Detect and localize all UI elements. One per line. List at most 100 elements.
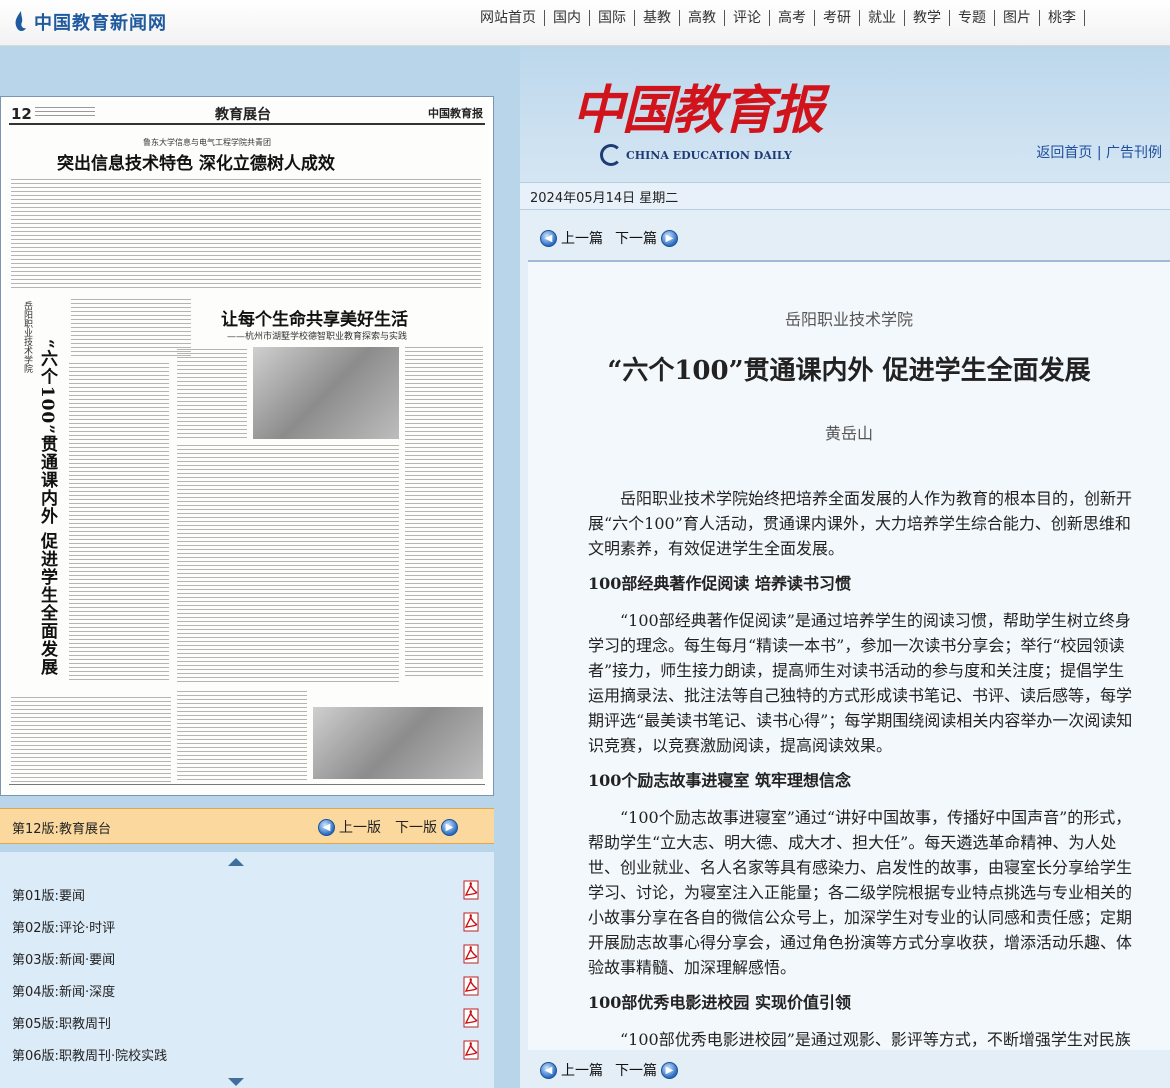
article-paragraph: 岳阳职业技术学院始终把培养全面发展的人作为教育的根本目的，创新开展“六个100”…	[588, 489, 1133, 558]
scroll-down-arrow-icon[interactable]	[228, 1078, 244, 1086]
story2-subheadline: ——杭州市湖墅学校德智职业教育探索与实践	[227, 332, 408, 342]
prev-edition-link[interactable]: 上一版	[339, 817, 381, 837]
masthead-english-text: CHINA EDUCATION DAILY	[626, 148, 792, 162]
edition-item[interactable]: 第05版:职教周刊	[0, 1004, 494, 1036]
story2-text-a	[177, 349, 247, 439]
masthead-title: 中国教育报	[572, 80, 824, 141]
pdf-icon[interactable]	[462, 880, 482, 900]
prev-article-icon[interactable]: ◀	[540, 1061, 557, 1079]
story2-headline[interactable]: 让每个生命共享美好生活	[221, 305, 408, 330]
story3-headline-vertical[interactable]: “六个100”贯通课内外 促进学生全面发展	[35, 339, 60, 676]
flame-logo-icon	[15, 11, 26, 31]
next-article-icon[interactable]: ▶	[661, 1061, 678, 1079]
article-author: 黄岳山	[824, 424, 873, 443]
pdf-icon[interactable]	[462, 944, 482, 964]
page-header-rule	[9, 123, 485, 125]
nav-higher-edu[interactable]: 高教	[680, 10, 725, 26]
edition-item[interactable]: 第03版:新闻·要闻	[0, 940, 494, 972]
edition-item-label[interactable]: 第03版:新闻·要闻	[12, 949, 115, 968]
issue-date: 2024年05月14日 星期二	[530, 191, 679, 206]
edition-item-label[interactable]: 第04版:新闻·深度	[12, 981, 115, 1000]
story2-text-b	[405, 347, 483, 677]
top-nav: 网站首页 国内 国际 基教 高教 评论 高考 考研 就业 教学 专题 图片 桃李	[472, 10, 1085, 26]
top-bar: 中国教育新闻网 网站首页 国内 国际 基教 高教 评论 高考 考研 就业 教学 …	[0, 0, 1170, 46]
nav-comment[interactable]: 评论	[725, 10, 770, 26]
edition-name: 新闻·要闻	[58, 953, 116, 968]
page-masthead-small: 中国教育报	[428, 107, 483, 120]
nav-home[interactable]: 网站首页	[472, 10, 545, 26]
edition-list: 第01版:要闻 第02版:评论·时评 第03版:新闻·要闻 第04版:新闻·深度…	[0, 852, 494, 1088]
story2-text-d	[177, 691, 307, 783]
article-pager-top: ◀ 上一篇 下一篇 ▶	[540, 228, 678, 248]
prev-article-link[interactable]: 上一篇	[561, 1060, 603, 1080]
story1-headline[interactable]: 突出信息技术特色 深化立德树人成效	[57, 149, 335, 174]
page-meta-lines	[35, 107, 95, 117]
page-number: 12	[11, 105, 32, 123]
article-school: 岳阳职业技术学院	[784, 310, 913, 329]
pdf-icon[interactable]	[462, 912, 482, 932]
cedu-logo-icon	[600, 144, 622, 166]
next-article-icon[interactable]: ▶	[661, 229, 678, 247]
pdf-icon[interactable]	[462, 1008, 482, 1028]
newspaper-page-preview[interactable]: 12 教育展台 中国教育报 鲁东大学信息与电气工程学院共青团 突出信息技术特色 …	[0, 96, 494, 796]
prev-edition-icon[interactable]: ◀	[318, 818, 335, 836]
edition-name: 新闻·深度	[58, 985, 116, 1000]
story3-text-end	[11, 697, 171, 783]
nav-gaokao[interactable]: 高考	[770, 10, 815, 26]
edition-item-label[interactable]: 第05版:职教周刊	[12, 1013, 111, 1032]
edition-item-label[interactable]: 第06版:职教周刊·院校实践	[12, 1045, 167, 1064]
nav-international[interactable]: 国际	[590, 10, 635, 26]
nav-taoli[interactable]: 桃李	[1040, 10, 1085, 26]
edition-number: 第04版:	[12, 985, 59, 1000]
prev-article-link[interactable]: 上一篇	[561, 228, 603, 248]
current-edition: 第12版:教育展台	[12, 818, 111, 837]
nav-kaoyan[interactable]: 考研	[815, 10, 860, 26]
edition-item[interactable]: 第02版:评论·时评	[0, 908, 494, 940]
next-article-link[interactable]: 下一篇	[615, 228, 657, 248]
story2-text-c	[177, 445, 399, 685]
pdf-icon[interactable]	[462, 1040, 482, 1060]
scroll-up-arrow-icon[interactable]	[228, 858, 244, 866]
current-edition-label: 第12版:	[12, 822, 59, 837]
prev-article-icon[interactable]: ◀	[540, 229, 557, 247]
home-link[interactable]: 返回首页	[1036, 145, 1092, 161]
current-edition-bar: 第12版:教育展台 ◀ 上一版 下一版 ▶	[0, 808, 494, 844]
newspaper-page-image[interactable]: 12 教育展台 中国教育报 鲁东大学信息与电气工程学院共青团 突出信息技术特色 …	[5, 101, 489, 791]
edition-item[interactable]: 第06版:职教周刊·院校实践	[0, 1036, 494, 1068]
edition-number: 第06版:	[12, 1049, 59, 1064]
next-edition-link[interactable]: 下一版	[395, 817, 437, 837]
story3-school-vertical: 岳阳职业技术学院	[22, 301, 32, 373]
article-paragraph: “100个励志故事进寝室”通过“讲好中国故事，传播好中国声音”的形式，帮助学生“…	[588, 808, 1133, 977]
edition-name: 要闻	[58, 889, 85, 904]
nav-basic-edu[interactable]: 基教	[635, 10, 680, 26]
edition-item[interactable]: 第01版:要闻	[0, 876, 494, 908]
site-logo[interactable]: 中国教育新闻网	[12, 8, 167, 36]
article-subheading: 100部优秀电影进校园 实现价值引领	[588, 993, 851, 1012]
site-logo-text: 中国教育新闻网	[34, 13, 167, 34]
edition-pager: ◀ 上一版 下一版 ▶	[318, 817, 458, 837]
masthead-english: CHINA EDUCATION DAILY	[600, 144, 792, 166]
article-subheading: 100部经典著作促阅读 培养读书习惯	[588, 574, 851, 593]
next-edition-icon[interactable]: ▶	[441, 818, 458, 836]
date-bar: 2024年05月14日 星期二	[520, 182, 1170, 210]
nav-pictures[interactable]: 图片	[995, 10, 1040, 26]
article-body: 岳阳职业技术学院始终把培养全面发展的人作为教育的根本目的，创新开展“六个100”…	[588, 486, 1140, 1050]
nav-jobs[interactable]: 就业	[860, 10, 905, 26]
article-subheading: 100个励志故事进寝室 筑牢理想信念	[588, 771, 851, 790]
nav-domestic[interactable]: 国内	[545, 10, 590, 26]
edition-number: 第05版:	[12, 1017, 59, 1032]
edition-item[interactable]: 第04版:新闻·深度	[0, 972, 494, 1004]
edition-item-label[interactable]: 第02版:评论·时评	[12, 917, 115, 936]
story1-kicker: 鲁东大学信息与电气工程学院共青团	[143, 138, 271, 147]
article-paragraph: “100部经典著作促阅读”是通过培养学生的阅读习惯，帮助学生树立终身学习的理念。…	[588, 611, 1133, 755]
next-article-link[interactable]: 下一篇	[615, 1060, 657, 1080]
edition-name: 职教周刊·院校实践	[58, 1049, 168, 1064]
story3-lead-text	[71, 299, 191, 357]
masthead-links: 返回首页 | 广告刊例	[1036, 142, 1162, 162]
edition-item-label[interactable]: 第01版:要闻	[12, 885, 85, 904]
pdf-icon[interactable]	[462, 976, 482, 996]
nav-teaching[interactable]: 教学	[905, 10, 950, 26]
nav-topics[interactable]: 专题	[950, 10, 995, 26]
ad-rates-link[interactable]: 广告刊例	[1106, 145, 1162, 161]
edition-number: 第03版:	[12, 953, 59, 968]
